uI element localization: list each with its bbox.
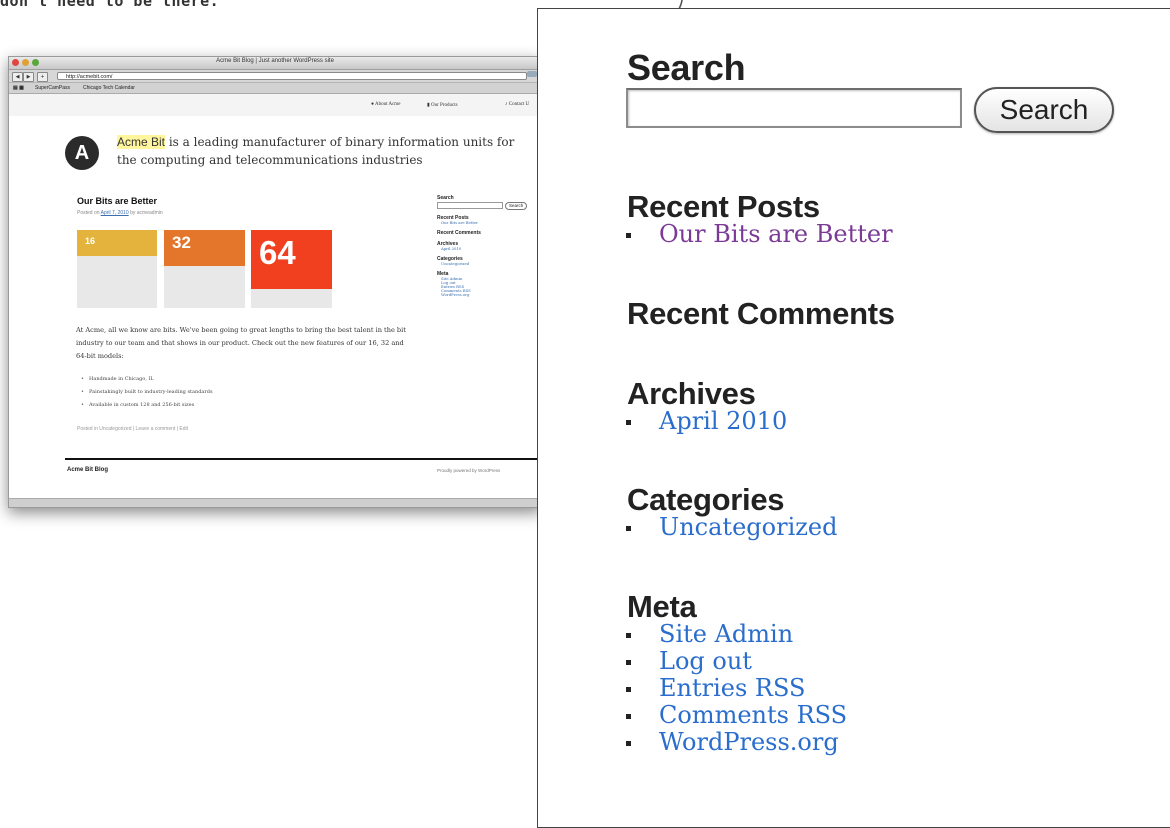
title-bar: Acme Bit Blog | Just another WordPress s… [9, 57, 541, 70]
bit-tile-64: 64 [251, 230, 332, 308]
list-item: Site Admin [626, 621, 847, 648]
recent-post-link[interactable]: Our Bits are Better [659, 220, 893, 248]
entries-rss-link[interactable]: Entries RSS [659, 674, 805, 702]
feature-list: Handmade in Chicago, IL Painstakingly bu… [81, 376, 213, 415]
post-date-link[interactable]: April 7, 2010 [101, 210, 129, 216]
list-item: Handmade in Chicago, IL [81, 376, 213, 389]
list-item: Uncategorized [626, 514, 837, 541]
bit-tile-16: 16 [77, 230, 157, 308]
recent-comments-heading: Recent Comments [627, 296, 895, 331]
mini-archive-link[interactable]: April 2010 [437, 247, 537, 251]
meta-list: Site Admin Log out Entries RSS Comments … [626, 621, 847, 756]
rss-icon[interactable] [527, 71, 537, 77]
bookmarks-icon[interactable]: ▤ ▦ [13, 83, 24, 93]
log-out-link[interactable]: Log out [659, 647, 752, 675]
categories-list: Uncategorized [626, 514, 837, 541]
annotation-note: don't need to be there. [0, 0, 220, 10]
search-input[interactable] [626, 88, 962, 128]
forward-button[interactable]: ▶ [23, 72, 34, 82]
mini-search-input[interactable] [437, 202, 503, 209]
brand-highlight: Acme Bit [117, 135, 166, 149]
bookmark-chicago-tech-calendar[interactable]: Chicago Tech Calendar [83, 83, 135, 93]
post-footer-meta[interactable]: Posted in Uncategorized | Leave a commen… [77, 426, 188, 432]
list-item: Painstakingly built to industry-leading … [81, 389, 213, 402]
wordpress-org-link[interactable]: WordPress.org [659, 728, 839, 756]
footer-divider [65, 458, 541, 460]
address-bar[interactable]: http://acmebit.com/ [57, 72, 527, 80]
back-button[interactable]: ◀ [12, 72, 23, 82]
search-heading: Search [627, 47, 746, 88]
comments-rss-link[interactable]: Comments RSS [659, 701, 847, 729]
browser-toolbar: ◀ ▶ + http://acmebit.com/ [9, 70, 541, 83]
list-item: Available in custom 128 and 256-bit size… [81, 402, 213, 415]
mini-search-button[interactable]: Search [505, 202, 528, 210]
bookmark-supercampass[interactable]: SuperCamPass [35, 83, 70, 93]
list-item: WordPress.org [626, 729, 847, 756]
list-item: Log out [626, 648, 847, 675]
category-link[interactable]: Uncategorized [659, 513, 837, 541]
mini-recent-comments-heading: Recent Comments [437, 230, 481, 236]
site-admin-link[interactable]: Site Admin [659, 620, 793, 648]
recent-posts-list: Our Bits are Better [626, 221, 893, 248]
nav-contact[interactable]: ♪ Contact U [505, 102, 529, 107]
mini-sidebar: Search Search Recent Posts Our Bits are … [437, 195, 537, 297]
list-item: Entries RSS [626, 675, 847, 702]
site-nav: ● About Acme ▮ Our Products ♪ Contact U [9, 94, 541, 116]
browser-window: Acme Bit Blog | Just another WordPress s… [8, 56, 542, 508]
post-meta: Posted on April 7, 2010 by acmeadmin [77, 210, 163, 216]
bit-tile-32: 32 [164, 230, 245, 308]
zoomed-sidebar-panel: Search Search Recent Posts Our Bits are … [537, 8, 1170, 828]
search-button[interactable]: Search [974, 87, 1114, 133]
archive-link[interactable]: April 2010 [659, 407, 787, 435]
footer-site-name[interactable]: Acme Bit Blog [67, 467, 108, 473]
mini-category-link[interactable]: Uncategorized [437, 262, 537, 266]
post-body: At Acme, all we know are bits. We've bee… [76, 326, 406, 360]
mini-recent-post-link[interactable]: Our Bits are Better [437, 221, 537, 225]
list-item: Our Bits are Better [626, 221, 893, 248]
mini-search-heading: Search [437, 195, 454, 201]
list-item: Comments RSS [626, 702, 847, 729]
mini-meta-link[interactable]: WordPress.org [437, 293, 537, 297]
add-bookmark-button[interactable]: + [37, 72, 48, 82]
status-bar [9, 498, 541, 507]
bookmarks-bar: ▤ ▦ SuperCamPass Chicago Tech Calendar [9, 83, 541, 94]
archives-list: April 2010 [626, 408, 787, 435]
site-tagline: Acme Bit is a leading manufacturer of bi… [117, 135, 515, 167]
nav-products[interactable]: ▮ Our Products [427, 102, 458, 108]
nav-about[interactable]: ● About Acme [371, 102, 400, 107]
list-item: April 2010 [626, 408, 787, 435]
footer-powered-by[interactable]: Proudly powered by WordPress [437, 468, 500, 473]
post-title[interactable]: Our Bits are Better [77, 196, 157, 206]
site-logo[interactable]: A [65, 136, 99, 170]
window-title: Acme Bit Blog | Just another WordPress s… [216, 58, 334, 64]
